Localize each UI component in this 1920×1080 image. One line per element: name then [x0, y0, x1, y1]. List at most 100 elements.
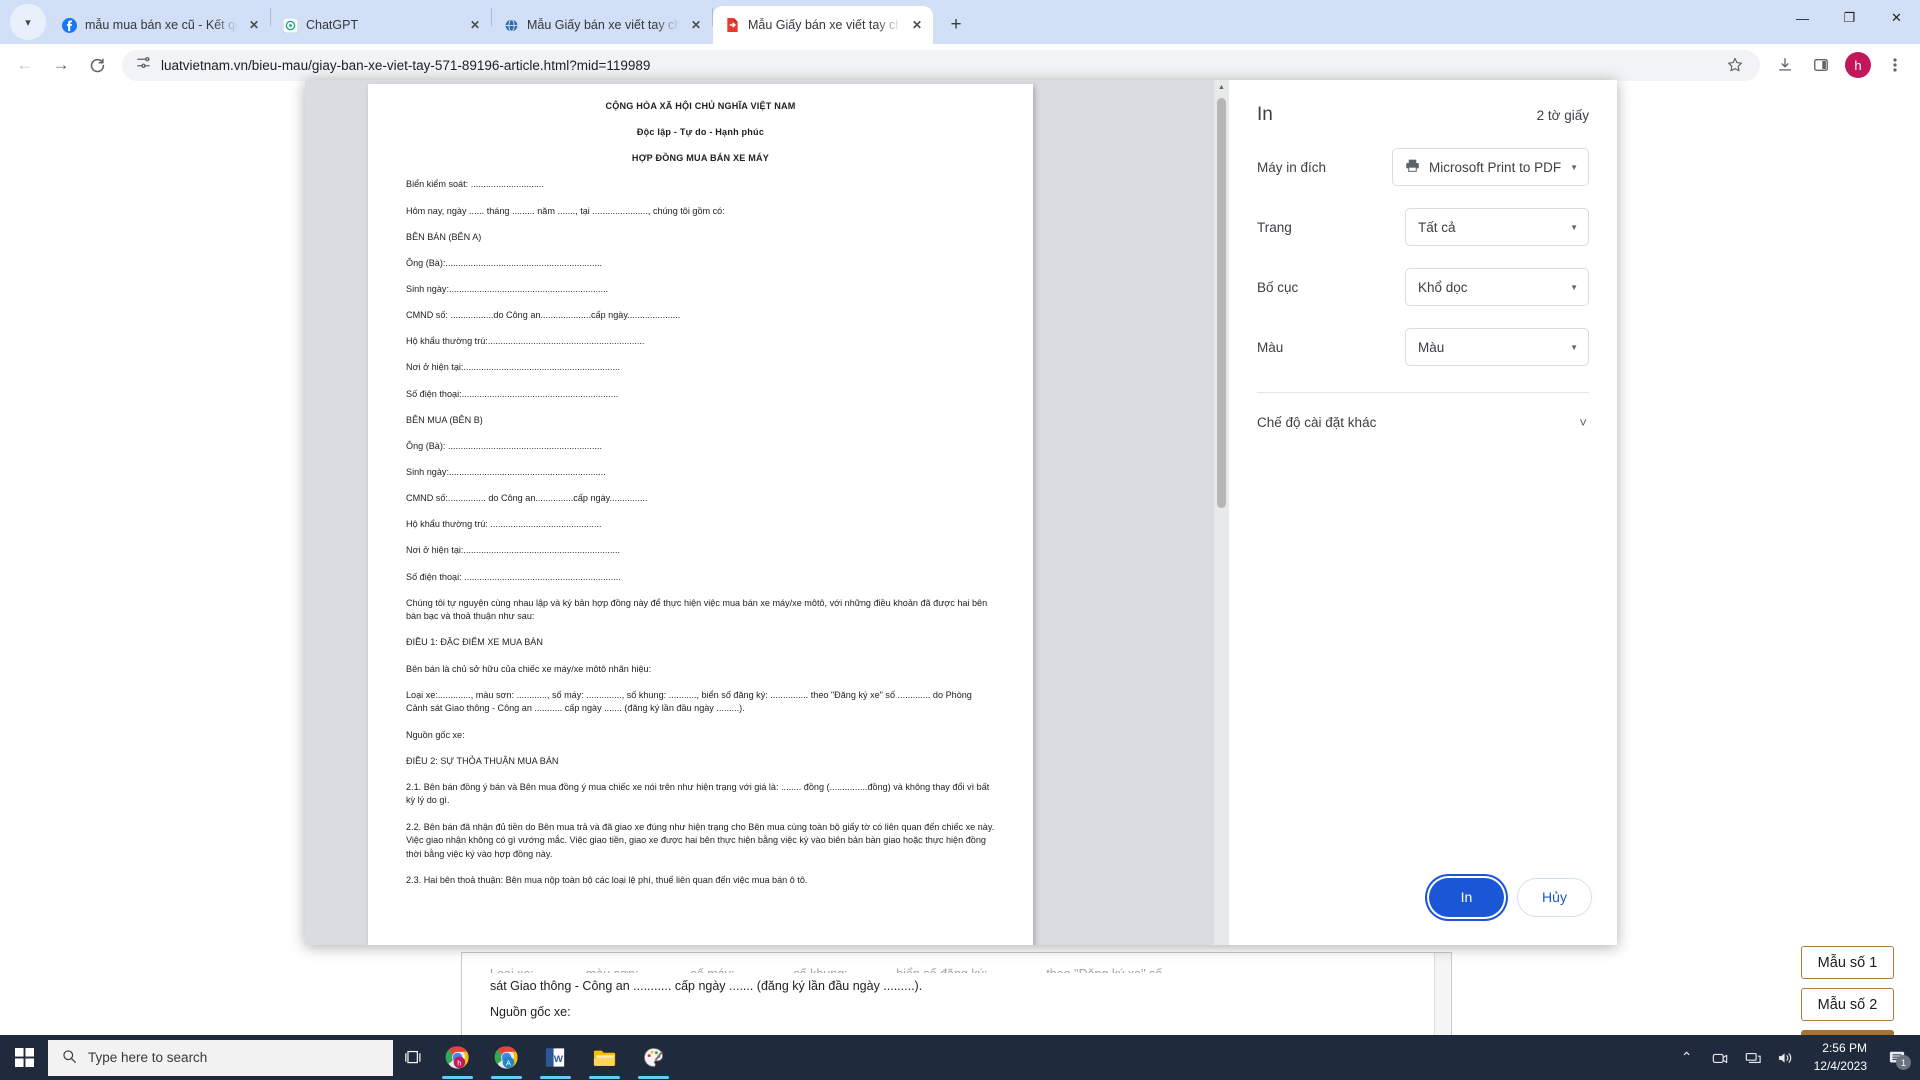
camera-icon[interactable]: [1705, 1035, 1735, 1080]
chatgpt-icon: [282, 17, 298, 33]
color-row: Màu Màu ▼: [1253, 328, 1593, 366]
network-icon[interactable]: [1738, 1035, 1768, 1080]
browser-tab-3[interactable]: Mẫu Giấy bán xe viết tay chuẩn ✕: [492, 6, 712, 44]
word-icon[interactable]: W: [531, 1035, 580, 1080]
pages-label: Trang: [1257, 219, 1292, 235]
clock[interactable]: 2:56 PM 12/4/2023: [1804, 1040, 1877, 1075]
show-hidden-icons-chevron-up-icon[interactable]: ⌃: [1672, 1035, 1702, 1080]
doc-body-line: 2.1. Bên bán đồng ý bán và Bên mua đồng …: [406, 781, 990, 806]
chevron-down-icon[interactable]: ˅: [1579, 415, 1587, 430]
reload-button[interactable]: [80, 48, 114, 82]
browser-tab-4-close-icon[interactable]: ✕: [909, 17, 925, 33]
bookmark-star-icon[interactable]: [1722, 52, 1748, 78]
destination-select[interactable]: Microsoft Print to PDF ▼: [1392, 148, 1589, 186]
side-panel-icon[interactable]: [1804, 48, 1838, 82]
search-icon: [62, 1049, 77, 1067]
print-preview-pane: CỘNG HÒA XÃ HỘI CHỦ NGHĨA VIỆT NAM Độc l…: [305, 80, 1229, 945]
doc-body-line: 2.3. Hai bên thoả thuận: Bên mua nộp toà…: [406, 875, 808, 885]
pdf-icon: [724, 17, 740, 33]
svg-text:W: W: [554, 1054, 564, 1065]
doc-body-line: CMND số: .................do Công an....…: [406, 310, 681, 321]
doc-body-line: ĐIỀU 2: SỰ THỎA THUẬN MUA BÁN: [406, 755, 559, 766]
doc-body-line: Ông (Bà):...............................…: [406, 257, 603, 268]
cancel-button[interactable]: Hủy: [1517, 877, 1592, 917]
doc-body-line: Hôm nay, ngày ...... tháng ......... năm…: [406, 205, 725, 216]
color-value: Màu: [1418, 339, 1445, 355]
preview-scrollbar[interactable]: ▲: [1214, 80, 1229, 945]
browser-tab-3-close-icon[interactable]: ✕: [688, 17, 704, 33]
pages-value: Tất cả: [1418, 219, 1456, 235]
browser-tab-1-close-icon[interactable]: ✕: [246, 17, 262, 33]
pages-select[interactable]: Tất cả ▼: [1405, 208, 1589, 246]
more-settings-toggle[interactable]: Chế độ cài đặt khác ˅: [1253, 393, 1593, 430]
scroll-up-arrow-icon[interactable]: ▲: [1214, 80, 1229, 95]
chevron-down-icon[interactable]: ▼: [1570, 163, 1578, 172]
chevron-down-icon[interactable]: ▼: [1570, 223, 1578, 232]
browser-tab-4-label: Mẫu Giấy bán xe viết tay chuẩn: [748, 18, 901, 32]
chrome-a-icon[interactable]: A: [482, 1035, 531, 1080]
back-button[interactable]: ←: [8, 48, 42, 82]
doc-body-line: CMND số:............... do Công an......…: [406, 493, 648, 504]
chevron-down-icon[interactable]: ▼: [1570, 283, 1578, 292]
browser-tab-2[interactable]: ChatGPT ✕: [271, 6, 491, 44]
paint-icon[interactable]: [629, 1035, 678, 1080]
browser-tab-1-label: mẫu mua bán xe cũ - Kết quả t: [85, 18, 238, 32]
layout-select[interactable]: Khổ dọc ▼: [1405, 268, 1589, 306]
doc-body-line: Nơi ở hiện tại:.........................…: [406, 545, 621, 556]
file-explorer-icon[interactable]: [580, 1035, 629, 1080]
new-tab-button[interactable]: +: [941, 10, 971, 40]
sheet-count-label: 2 tờ giấy: [1536, 108, 1589, 123]
pages-row: Trang Tất cả ▼: [1253, 208, 1593, 246]
doc-body-line: Sinh ngày:..............................…: [406, 283, 609, 294]
browser-tab-1[interactable]: mẫu mua bán xe cũ - Kết quả t ✕: [50, 6, 270, 44]
doc-body-line: ĐIỀU 1: ĐẶC ĐIỂM XE MUA BÁN: [406, 637, 543, 648]
print-header: In 2 tờ giấy: [1253, 80, 1593, 126]
doc-body-line: Số điện thoại:..........................…: [406, 388, 619, 399]
search-input[interactable]: Type here to search: [48, 1039, 393, 1076]
url-text[interactable]: luatvietnam.vn/bieu-mau/giay-ban-xe-viet…: [161, 58, 1712, 73]
downloads-icon[interactable]: [1768, 48, 1802, 82]
destination-row: Máy in đích Microsoft Print to PDF ▼: [1253, 148, 1593, 186]
doc-body-line: Chúng tôi tự nguyện cùng nhau lập và ký …: [406, 597, 988, 622]
destination-label: Máy in đích: [1257, 159, 1327, 175]
color-select[interactable]: Màu ▼: [1405, 328, 1589, 366]
close-window-button[interactable]: ✕: [1873, 0, 1920, 36]
facebook-icon: [61, 17, 77, 33]
maximize-button[interactable]: ❐: [1826, 0, 1873, 36]
chevron-down-icon[interactable]: ▼: [1570, 343, 1578, 352]
print-button[interactable]: In: [1429, 877, 1504, 917]
task-view-icon[interactable]: [393, 1035, 433, 1080]
doc-body-line: Hộ khẩu thường trú:.....................…: [406, 336, 645, 347]
print-settings-pane: In 2 tờ giấy Máy in đích Microsoft Print…: [1229, 80, 1617, 945]
browser-tab-4-active[interactable]: Mẫu Giấy bán xe viết tay chuẩn ✕: [713, 6, 933, 44]
start-icon[interactable]: [0, 1035, 48, 1080]
active-app-underline: [442, 1076, 473, 1079]
doc-header-line-3: HỢP ĐỒNG MUA BÁN XE MÁY: [631, 153, 770, 164]
doc-header-line-2: Độc lập - Tự do - Hạnh phúc: [636, 127, 765, 138]
tab-search-chevron-down-icon[interactable]: ▾: [10, 4, 46, 40]
search-placeholder: Type here to search: [88, 1050, 208, 1065]
browser-tab-2-close-icon[interactable]: ✕: [467, 17, 483, 33]
address-bar[interactable]: luatvietnam.vn/bieu-mau/giay-ban-xe-viet…: [122, 49, 1760, 81]
preview-scrollbar-thumb[interactable]: [1217, 98, 1226, 508]
globe-icon: [503, 17, 519, 33]
chrome-h-icon[interactable]: h: [433, 1035, 482, 1080]
doc-body-line: 2.2. Bên bán đã nhận đủ tiền do Bên mua …: [406, 821, 995, 859]
doc-body-line: Ông (Bà): ..............................…: [406, 440, 603, 451]
avatar[interactable]: h: [1845, 52, 1871, 78]
chrome-menu-icon[interactable]: [1878, 48, 1912, 82]
doc-body-line: Bên bán là chủ sở hữu của chiếc xe máy/x…: [406, 663, 652, 674]
doc-body-line: Nguồn gốc xe:: [406, 729, 465, 740]
taskbar-date: 12/4/2023: [1813, 1058, 1867, 1073]
taskbar-time: 2:56 PM: [1822, 1041, 1867, 1056]
more-settings-label: Chế độ cài đặt khác: [1257, 415, 1377, 430]
print-dialog-title: In: [1257, 104, 1273, 125]
print-preview-sheet: CỘNG HÒA XÃ HỘI CHỦ NGHĨA VIỆT NAM Độc l…: [368, 84, 1033, 945]
browser-tab-3-label: Mẫu Giấy bán xe viết tay chuẩn: [527, 18, 680, 32]
site-settings-icon[interactable]: [136, 55, 151, 75]
printer-icon: [1405, 158, 1420, 176]
minimize-button[interactable]: —: [1779, 0, 1826, 36]
notification-center-icon[interactable]: 1: [1880, 1035, 1914, 1080]
volume-icon[interactable]: [1771, 1035, 1801, 1080]
forward-button[interactable]: →: [44, 48, 78, 82]
